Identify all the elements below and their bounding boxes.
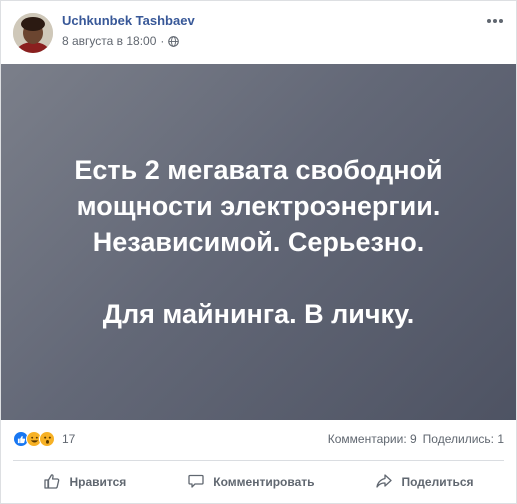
post-stats: 17 Комментарии: 9 Поделились: 1 (13, 427, 504, 451)
post-text-line: мощности электроэнергии. (76, 191, 441, 221)
thumbs-up-icon (43, 472, 61, 493)
reaction-count: 17 (62, 432, 76, 446)
more-options-icon[interactable] (486, 11, 504, 29)
post-text-line: Для майнинга. В личку. (102, 299, 415, 329)
timestamp[interactable]: 8 августа в 18:00 (62, 34, 156, 48)
comment-icon (187, 472, 205, 493)
share-button[interactable]: Поделиться (365, 466, 483, 499)
post-meta: 8 августа в 18:00 · (62, 34, 180, 48)
wow-icon (39, 431, 55, 447)
post-card: Uchkunbek Tashbaev 8 августа в 18:00 · Е… (0, 0, 517, 504)
author-name[interactable]: Uchkunbek Tashbaev (62, 13, 195, 28)
post-text-banner: Есть 2 мегавата свободной мощности элект… (1, 64, 516, 420)
comments-count-link[interactable]: Комментарии: 9 (328, 432, 417, 446)
share-arrow-icon (375, 472, 393, 493)
comment-label: Комментировать (213, 475, 315, 489)
avatar[interactable] (13, 13, 53, 53)
post-text-line: Есть 2 мегавата свободной (74, 155, 443, 185)
divider (13, 460, 504, 461)
reactions-summary[interactable]: 17 (13, 431, 75, 447)
like-label: Нравится (69, 475, 127, 489)
post-text-line: Независимой. Серьезно. (92, 227, 425, 257)
globe-icon[interactable] (168, 35, 180, 47)
comment-button[interactable]: Комментировать (177, 466, 324, 499)
action-bar: Нравится Комментировать Поделиться (13, 463, 504, 501)
share-label: Поделиться (401, 475, 474, 489)
shares-count-link[interactable]: Поделились: 1 (423, 432, 504, 446)
like-button[interactable]: Нравится (33, 466, 136, 499)
